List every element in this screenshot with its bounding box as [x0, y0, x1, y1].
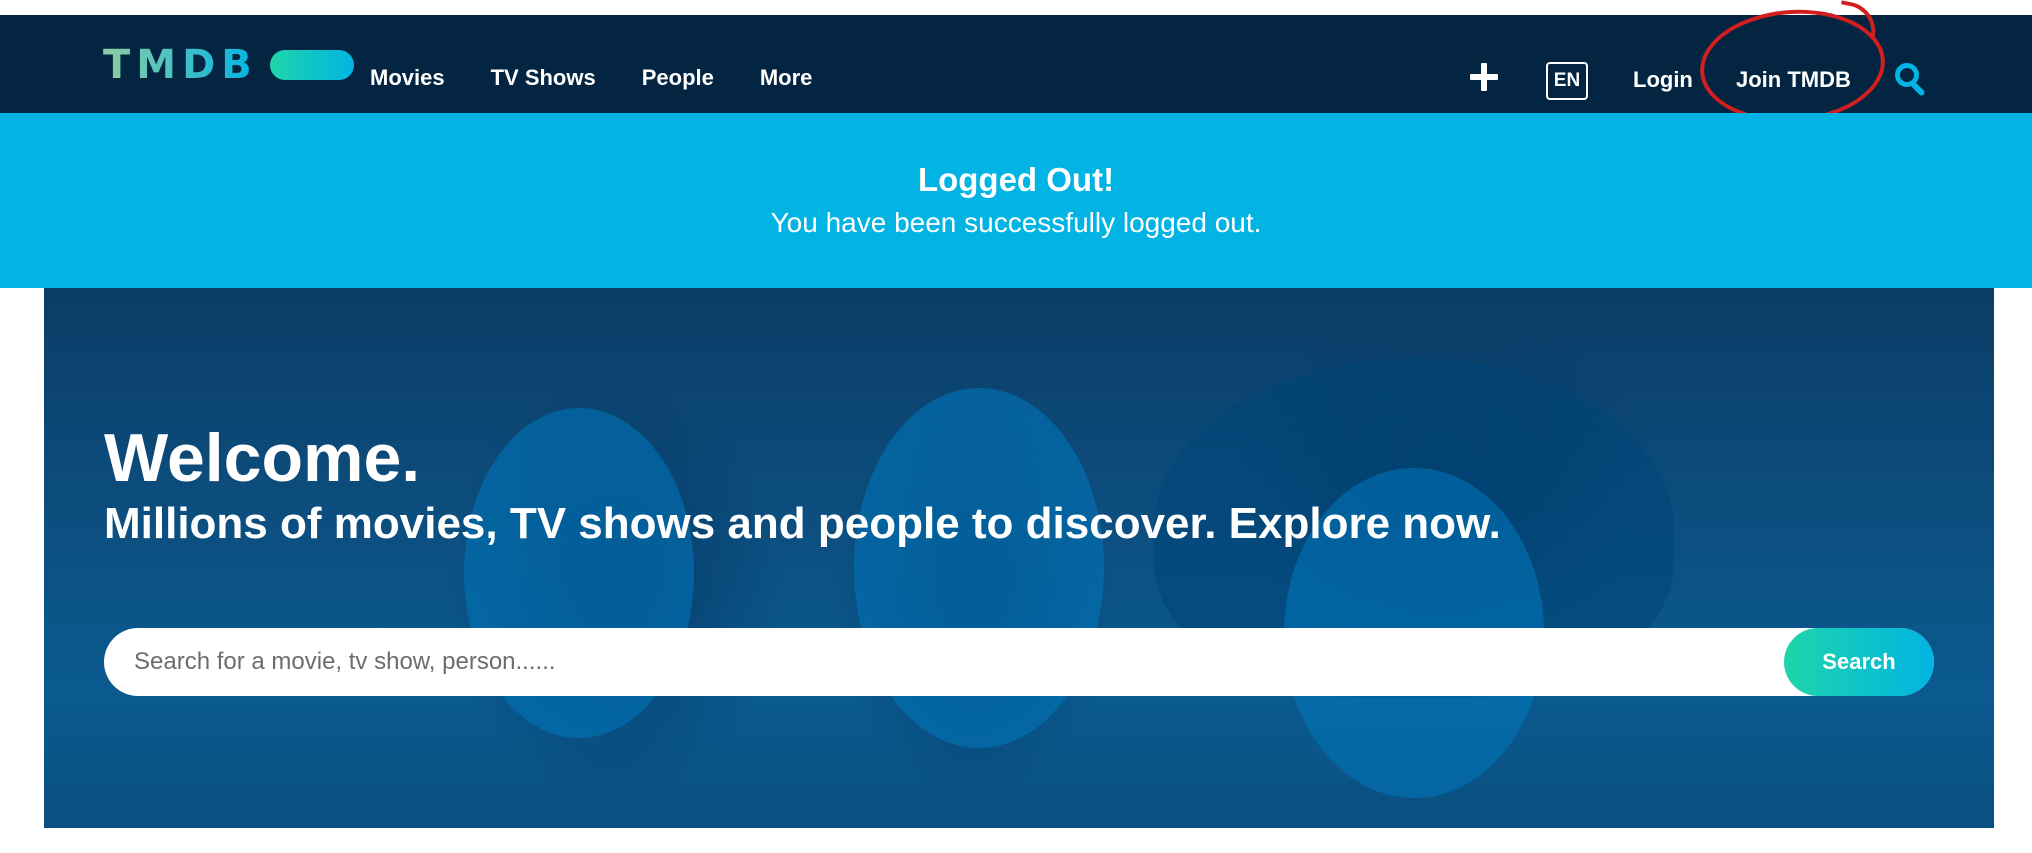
- nav-tv-shows[interactable]: TV Shows: [491, 63, 596, 93]
- logo-text: TMDB: [103, 42, 258, 88]
- notice-message: You have been successfully logged out.: [770, 207, 1262, 238]
- logout-notice: Logged Out! You have been successfully l…: [0, 113, 2032, 288]
- login-link[interactable]: Login: [1633, 65, 1693, 95]
- hero-subtitle: Millions of movies, TV shows and people …: [104, 499, 1501, 548]
- plus-icon[interactable]: [1470, 63, 1498, 91]
- nav-more[interactable]: More: [760, 63, 813, 93]
- hero-title: Welcome.: [104, 420, 421, 496]
- hero-search-button[interactable]: Search: [1784, 628, 1934, 696]
- hero-search-bar: Search: [104, 628, 1934, 696]
- hero-search-input[interactable]: [134, 628, 1774, 696]
- logo-pill: [269, 50, 354, 80]
- search-icon[interactable]: [1895, 63, 1929, 97]
- top-strip: [0, 0, 2032, 15]
- search-handle: [1910, 81, 1926, 97]
- language-button[interactable]: EN: [1546, 62, 1588, 100]
- hero-section: Welcome. Millions of movies, TV shows an…: [44, 288, 1994, 828]
- tmdb-logo[interactable]: TMDB: [103, 45, 354, 85]
- main-nav: Movies TV Shows People More: [370, 63, 858, 93]
- nav-movies[interactable]: Movies: [370, 63, 445, 93]
- notice-title: Logged Out!: [917, 161, 1115, 198]
- nav-people[interactable]: People: [642, 63, 714, 93]
